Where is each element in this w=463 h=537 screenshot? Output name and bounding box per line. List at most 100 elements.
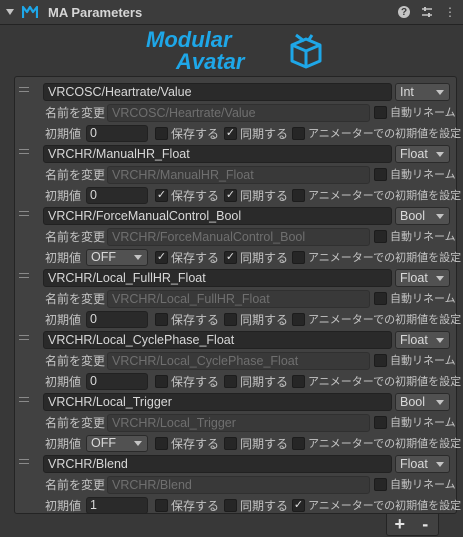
chevron-down-icon [134, 255, 142, 260]
animator-default-checkbox[interactable] [292, 189, 305, 202]
initial-value-label: 初期値 [45, 375, 82, 389]
drag-handle-icon[interactable] [19, 87, 29, 92]
parameter-name-field[interactable]: VRCHR/Local_Trigger [43, 393, 392, 411]
parameter-type-value: Float [400, 271, 428, 285]
parameter-entry: VRCHR/Blend Float 名前を変更 VRCHR/Blend 自動リネ… [15, 451, 461, 514]
default-value-input[interactable]: 0 [86, 125, 148, 142]
remove-parameter-button[interactable]: - [413, 514, 439, 535]
synced-checkbox[interactable] [224, 375, 237, 388]
auto-rename-label: 自動リネーム [390, 107, 456, 119]
animator-default-label: アニメーターでの初期値を設定 [308, 190, 462, 202]
initial-value-label: 初期値 [45, 189, 82, 203]
rename-input[interactable]: VRCHR/Blend [107, 476, 370, 494]
default-value-input[interactable]: 1 [86, 497, 148, 514]
parameter-type-dropdown[interactable]: Bool [395, 393, 450, 411]
auto-rename-checkbox[interactable] [374, 354, 387, 367]
chevron-down-icon [436, 214, 444, 219]
saved-checkbox[interactable] [155, 127, 168, 140]
synced-label: 同期する [240, 437, 289, 451]
rename-input[interactable]: VRCHR/ForceManualControl_Bool [107, 228, 370, 246]
rename-input[interactable]: VRCOSC/Heartrate/Value [107, 104, 370, 122]
parameter-name-field[interactable]: VRCHR/Blend [43, 455, 392, 473]
saved-checkbox[interactable] [155, 313, 168, 326]
rename-input[interactable]: VRCHR/Local_CyclePhase_Float [107, 352, 370, 370]
component-header: MA Parameters ? ⋮ [0, 0, 463, 25]
synced-label: 同期する [240, 127, 289, 141]
parameter-entry: VRCHR/Local_Trigger Bool 名前を変更 VRCHR/Loc… [15, 389, 461, 452]
parameter-entry: VRCHR/ForceManualControl_Bool Bool 名前を変更… [15, 203, 461, 266]
initial-value-label: 初期値 [45, 127, 82, 141]
animator-default-checkbox[interactable] [292, 127, 305, 140]
synced-checkbox[interactable] [224, 437, 237, 450]
parameter-type-dropdown[interactable]: Float [395, 269, 450, 287]
parameter-type-value: Float [400, 457, 428, 471]
auto-rename-checkbox[interactable] [374, 106, 387, 119]
parameter-type-dropdown[interactable]: Int [395, 83, 450, 101]
drag-handle-icon[interactable] [19, 211, 29, 216]
synced-label: 同期する [240, 251, 289, 265]
initial-value-label: 初期値 [45, 251, 82, 265]
animator-default-label: アニメーターでの初期値を設定 [308, 438, 462, 450]
animator-default-checkbox[interactable] [292, 251, 305, 264]
animator-default-label: アニメーターでの初期値を設定 [308, 128, 462, 140]
saved-checkbox[interactable] [155, 437, 168, 450]
parameter-type-dropdown[interactable]: Bool [395, 207, 450, 225]
drag-handle-icon[interactable] [19, 149, 29, 154]
initial-value-label: 初期値 [45, 499, 82, 513]
rename-input[interactable]: VRCHR/ManualHR_Float [107, 166, 370, 184]
parameter-name-field[interactable]: VRCHR/Local_FullHR_Float [43, 269, 392, 287]
synced-checkbox[interactable]: ✓ [224, 251, 237, 264]
default-value-input[interactable]: 0 [86, 187, 148, 204]
rename-label: 名前を変更 [45, 416, 106, 430]
parameter-type-value: Int [400, 85, 414, 99]
default-value-dropdown[interactable]: OFF [86, 435, 148, 452]
parameter-name-field[interactable]: VRCHR/Local_CyclePhase_Float [43, 331, 392, 349]
parameter-type-dropdown[interactable]: Float [395, 145, 450, 163]
synced-checkbox[interactable]: ✓ [224, 189, 237, 202]
animator-default-checkbox[interactable] [292, 375, 305, 388]
drag-handle-icon[interactable] [19, 273, 29, 278]
animator-default-label: アニメーターでの初期値を設定 [308, 376, 462, 388]
synced-checkbox[interactable] [224, 499, 237, 512]
rename-input[interactable]: VRCHR/Local_FullHR_Float [107, 290, 370, 308]
auto-rename-checkbox[interactable] [374, 416, 387, 429]
auto-rename-checkbox[interactable] [374, 168, 387, 181]
window-title: MA Parameters [48, 4, 143, 20]
rename-label: 名前を変更 [45, 106, 106, 120]
synced-checkbox[interactable] [224, 313, 237, 326]
saved-checkbox[interactable] [155, 499, 168, 512]
default-value-input[interactable]: 0 [86, 373, 148, 390]
animator-default-checkbox[interactable] [292, 313, 305, 326]
saved-checkbox[interactable]: ✓ [155, 251, 168, 264]
parameter-type-dropdown[interactable]: Float [395, 455, 450, 473]
default-value-input[interactable]: 0 [86, 311, 148, 328]
parameter-name-field[interactable]: VRCHR/ManualHR_Float [43, 145, 392, 163]
settings-sliders-icon[interactable] [420, 5, 434, 19]
saved-checkbox[interactable]: ✓ [155, 189, 168, 202]
auto-rename-checkbox[interactable] [374, 230, 387, 243]
default-value-dropdown[interactable]: OFF [86, 249, 148, 266]
collapse-arrow-icon[interactable] [6, 9, 14, 15]
auto-rename-checkbox[interactable] [374, 292, 387, 305]
auto-rename-checkbox[interactable] [374, 478, 387, 491]
drag-handle-icon[interactable] [19, 459, 29, 464]
drag-handle-icon[interactable] [19, 397, 29, 402]
auto-rename-label: 自動リネーム [390, 169, 456, 181]
saved-checkbox[interactable] [155, 375, 168, 388]
parameter-name-field[interactable]: VRCOSC/Heartrate/Value [43, 83, 392, 101]
chevron-down-icon [436, 90, 444, 95]
help-icon[interactable]: ? [397, 5, 411, 19]
drag-handle-icon[interactable] [19, 335, 29, 340]
parameter-list: VRCOSC/Heartrate/Value Int 名前を変更 VRCOSC/… [14, 76, 461, 514]
animator-default-checkbox[interactable]: ✓ [292, 499, 305, 512]
more-icon[interactable]: ⋮ [443, 5, 457, 19]
synced-checkbox[interactable]: ✓ [224, 127, 237, 140]
chevron-down-icon [436, 276, 444, 281]
rename-label: 名前を変更 [45, 168, 106, 182]
add-parameter-button[interactable]: + [387, 514, 413, 535]
animator-default-checkbox[interactable] [292, 437, 305, 450]
rename-input[interactable]: VRCHR/Local_Trigger [107, 414, 370, 432]
saved-label: 保存する [171, 375, 220, 389]
parameter-name-field[interactable]: VRCHR/ForceManualControl_Bool [43, 207, 392, 225]
parameter-type-dropdown[interactable]: Float [395, 331, 450, 349]
